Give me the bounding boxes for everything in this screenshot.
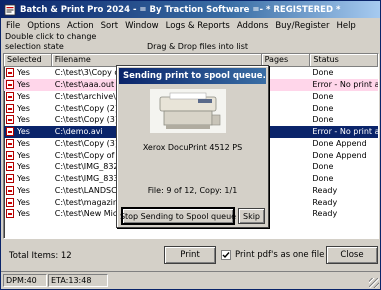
- row-status: Done: [312, 174, 334, 184]
- menu-buy-register[interactable]: Buy/Register: [273, 21, 334, 31]
- row-status: Ready: [312, 185, 338, 195]
- row-selected-cell[interactable]: Yes: [4, 209, 52, 219]
- print-pdf-one-file-label: Print pdf's as one file: [235, 250, 325, 260]
- app-icon: [4, 4, 16, 16]
- row-status: Done Append: [312, 138, 367, 148]
- pdf-file-icon: [6, 91, 14, 101]
- row-selected-cell[interactable]: Yes: [4, 103, 52, 113]
- pdf-file-icon: [6, 115, 14, 125]
- pdf-file-icon: [6, 80, 14, 90]
- stop-sending-button[interactable]: Stop Sending to Spool queue: [120, 207, 236, 225]
- row-selected-value: Yes: [17, 80, 30, 90]
- status-bar: DPM:40 ETA:13:48: [1, 271, 380, 289]
- pdf-file-icon: [6, 209, 14, 219]
- title-bar[interactable]: Batch & Print Pro 2024 - = By Traction S…: [1, 1, 380, 18]
- main-window: Batch & Print Pro 2024 - = By Traction S…: [0, 0, 381, 290]
- row-selected-value: Yes: [17, 150, 30, 160]
- row-selected-cell[interactable]: Yes: [4, 197, 52, 207]
- pdf-file-icon: [6, 138, 14, 148]
- row-status: Done: [312, 91, 334, 101]
- row-selected-value: Yes: [17, 162, 30, 172]
- row-status: Done Append: [312, 150, 367, 160]
- row-status: Done: [312, 68, 334, 78]
- menu-logs-reports[interactable]: Logs & Reports: [164, 21, 235, 31]
- menu-file[interactable]: File: [4, 21, 25, 31]
- row-selected-cell[interactable]: Yes: [4, 68, 52, 78]
- pdf-file-icon: [6, 162, 14, 172]
- pdf-file-icon: [6, 197, 14, 207]
- printer-image: [150, 89, 226, 133]
- resize-grip-icon[interactable]: [369, 278, 379, 288]
- dpm-status: DPM:40: [3, 274, 47, 287]
- row-selected-value: Yes: [17, 115, 30, 125]
- pdf-file-icon: [6, 103, 14, 113]
- row-selected-cell[interactable]: Yes: [4, 150, 52, 160]
- column-header-selected[interactable]: Selected: [4, 54, 52, 67]
- menu-help[interactable]: Help: [334, 21, 360, 31]
- window-title: Batch & Print Pro 2024 - = By Traction S…: [20, 4, 341, 15]
- row-selected-value: Yes: [17, 174, 30, 184]
- print-pdf-one-file-option[interactable]: Print pdf's as one file: [221, 250, 324, 260]
- row-selected-cell[interactable]: Yes: [4, 162, 52, 172]
- row-selected-cell[interactable]: Yes: [4, 115, 52, 125]
- menu-action[interactable]: Action: [65, 21, 99, 31]
- hint-line-1: Double click to change: [5, 32, 97, 41]
- print-pdf-one-file-checkbox[interactable]: [221, 250, 231, 260]
- row-status: Done: [312, 103, 334, 113]
- menu-bar: File Options Action Sort Window Logs & R…: [1, 18, 380, 33]
- pdf-file-icon: [6, 150, 14, 160]
- row-selected-cell[interactable]: Yes: [4, 138, 52, 148]
- row-selected-value: Yes: [17, 197, 30, 207]
- row-selected-value: Yes: [17, 185, 30, 195]
- row-selected-cell[interactable]: Yes: [4, 91, 52, 101]
- drag-drop-hint: Drag & Drop files into list: [147, 42, 249, 51]
- row-status: Error - No print association: [312, 80, 378, 90]
- row-selected-cell[interactable]: Yes: [4, 174, 52, 184]
- row-status: Done: [312, 162, 334, 172]
- row-selected-value: Yes: [17, 127, 30, 137]
- checkmark-icon: [222, 252, 230, 259]
- row-status: Ready: [312, 197, 338, 207]
- pdf-file-icon: [6, 127, 14, 137]
- row-selected-value: Yes: [17, 103, 30, 113]
- pdf-file-icon: [6, 174, 14, 184]
- print-button[interactable]: Print: [164, 246, 216, 264]
- spool-dialog: Sending print to spool queue... Xerox Do…: [116, 65, 269, 228]
- row-status: Ready: [312, 209, 338, 219]
- hint-line-2: selection state: [5, 42, 64, 51]
- eta-status: ETA:13:48: [48, 274, 108, 287]
- menu-sort[interactable]: Sort: [99, 21, 123, 31]
- row-selected-cell[interactable]: Yes: [4, 185, 52, 195]
- row-selected-cell[interactable]: Yes: [4, 127, 52, 137]
- row-selected-cell[interactable]: Yes: [4, 80, 52, 90]
- column-header-status[interactable]: Status: [310, 54, 378, 67]
- menu-options[interactable]: Options: [25, 21, 65, 31]
- row-selected-value: Yes: [17, 68, 30, 78]
- row-status: Done: [312, 115, 334, 125]
- close-button[interactable]: Close: [326, 246, 378, 264]
- printer-name: Xerox DocuPrint 4512 PS: [142, 143, 243, 152]
- print-progress: File: 9 of 12, Copy: 1/1: [147, 186, 238, 195]
- row-selected-value: Yes: [17, 138, 30, 148]
- dialog-title[interactable]: Sending print to spool queue...: [119, 68, 266, 84]
- total-items-label: Total Items: 12: [9, 251, 72, 261]
- row-selected-value: Yes: [17, 209, 30, 219]
- row-selected-value: Yes: [17, 91, 30, 101]
- pdf-file-icon: [6, 185, 14, 195]
- skip-button[interactable]: Skip: [238, 208, 265, 224]
- pdf-file-icon: [6, 68, 14, 78]
- menu-addons[interactable]: Addons: [235, 21, 273, 31]
- row-status: Error - No print association: [312, 127, 378, 137]
- menu-window[interactable]: Window: [123, 21, 164, 31]
